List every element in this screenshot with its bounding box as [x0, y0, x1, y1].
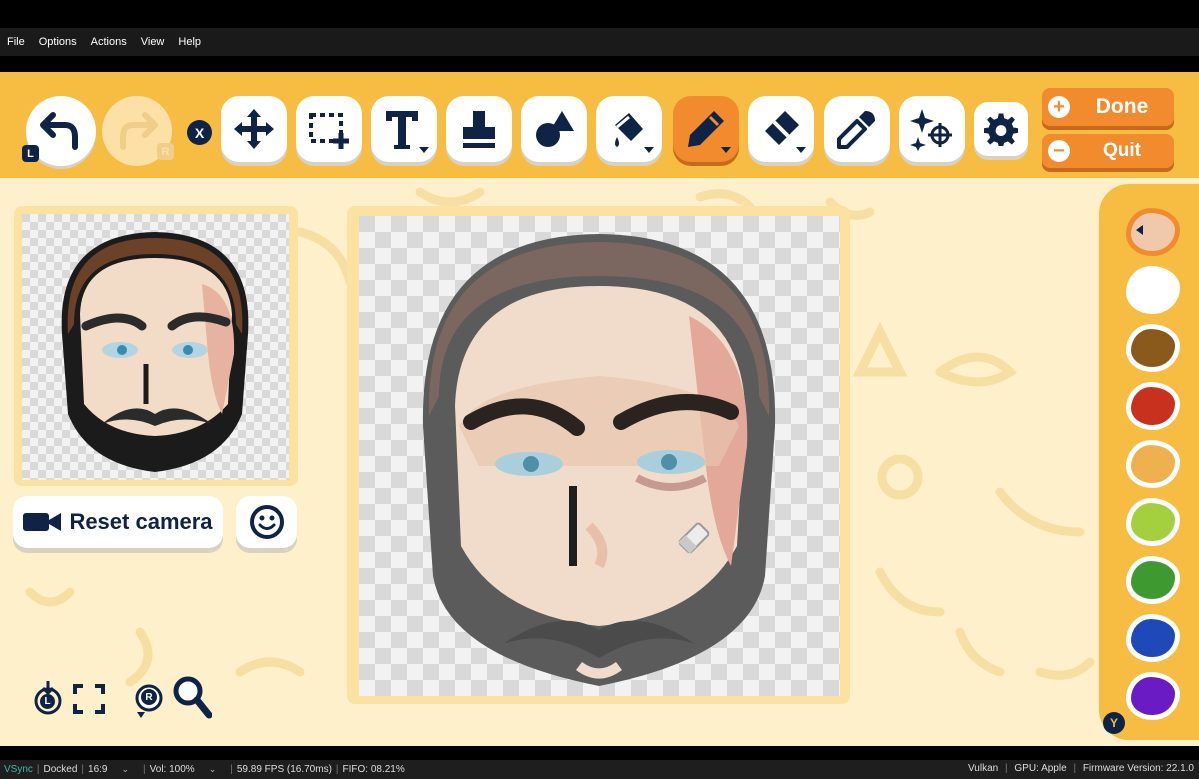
docked-status[interactable]: Docked: [44, 764, 78, 775]
aspect-dropdown-icon[interactable]: ⌄: [122, 764, 130, 775]
select-tool-button[interactable]: [296, 96, 362, 162]
palette-hint: Y: [1103, 712, 1125, 734]
undo-icon: [40, 112, 78, 150]
swatch-0[interactable]: [1126, 208, 1180, 256]
swatch-5[interactable]: [1126, 498, 1180, 546]
plus-icon: +: [1048, 96, 1070, 118]
done-button[interactable]: + Done: [1042, 88, 1174, 126]
preview-face-image: [61, 232, 249, 472]
fill-tool-button[interactable]: [596, 96, 662, 162]
stamp-tool-button[interactable]: [446, 96, 512, 162]
menu-options[interactable]: Options: [32, 36, 84, 48]
canvas-face-image: [422, 234, 776, 686]
fps-status: 59.89 FPS (16.70ms): [236, 764, 332, 775]
undo-hint: L: [22, 145, 39, 162]
shapes-tool-button[interactable]: [521, 96, 587, 162]
status-bar: VSync | Docked | 16:9 ⌄ | Vol: 100% ⌄ | …: [0, 760, 1199, 779]
rect-select-icon: [309, 113, 349, 149]
toolbar: L R X + Done − Quit: [0, 72, 1199, 178]
pencil-tool-button[interactable]: [673, 96, 739, 162]
minus-icon: −: [1048, 140, 1070, 162]
quit-label: Quit: [1103, 140, 1141, 161]
volume-dropdown-icon[interactable]: ⌄: [209, 764, 217, 775]
move-arrows-icon: [234, 109, 274, 149]
firmware-status: Firmware Version: 22.1.0: [1082, 763, 1194, 774]
menu-help[interactable]: Help: [171, 36, 208, 48]
move-tool-button[interactable]: [221, 96, 287, 162]
stamp-icon: [463, 111, 495, 148]
fill-tool-caret: [644, 147, 654, 153]
preview-canvas: [22, 214, 289, 480]
sparkle-target-icon: [910, 109, 952, 151]
effects-tool-button[interactable]: [899, 96, 965, 162]
drawing-canvas[interactable]: [359, 216, 840, 696]
menu-actions[interactable]: Actions: [84, 36, 134, 48]
done-label: Done: [1095, 95, 1149, 118]
menu-gap: [0, 56, 1199, 72]
smiley-icon: [249, 505, 284, 539]
swatch-2[interactable]: [1126, 324, 1180, 372]
text-tool-caret: [419, 147, 429, 153]
swatch-1[interactable]: [1126, 266, 1180, 314]
swatch-8[interactable]: [1126, 672, 1180, 720]
eraser-tool-caret: [796, 147, 806, 153]
bottom-band: [0, 746, 1199, 760]
shapes-icon: [536, 111, 574, 147]
eyedropper-tool-button[interactable]: [824, 96, 890, 162]
color-palette: Y: [1099, 184, 1199, 740]
zoom-button[interactable]: [172, 675, 213, 721]
clear-button[interactable]: X: [187, 120, 212, 145]
undo-button[interactable]: L: [22, 96, 96, 166]
paint-bucket-icon: [615, 113, 643, 147]
backend-status: Vulkan: [968, 763, 999, 774]
gpu-status: GPU: Apple: [1014, 763, 1067, 774]
vsync-status[interactable]: VSync: [4, 764, 33, 775]
swatch-7[interactable]: [1126, 614, 1180, 662]
settings-button[interactable]: [974, 102, 1028, 156]
menu-bar: File Options Actions View Help: [0, 28, 1199, 56]
pencil-icon: [688, 111, 724, 147]
reset-camera-button[interactable]: Reset camera: [13, 496, 223, 548]
volume-status[interactable]: Vol: 100%: [150, 764, 195, 775]
eraser-tool-button[interactable]: [748, 96, 814, 162]
gear-icon: [984, 113, 1018, 146]
quit-button[interactable]: − Quit: [1042, 134, 1174, 168]
text-icon: [386, 111, 418, 149]
eraser-icon: [765, 111, 799, 145]
redo-hint: R: [157, 143, 174, 160]
video-camera-icon: [23, 513, 62, 531]
zoom-stick-control[interactable]: R: [133, 682, 165, 720]
load-control[interactable]: L: [33, 681, 63, 715]
redo-button[interactable]: R: [102, 96, 174, 166]
swatch-6[interactable]: [1126, 556, 1180, 604]
pencil-tool-caret: [721, 147, 731, 153]
aspect-status[interactable]: 16:9: [88, 764, 107, 775]
emote-button[interactable]: [236, 496, 297, 548]
fullscreen-control[interactable]: [73, 684, 105, 714]
swatch-3[interactable]: [1126, 382, 1180, 430]
zoom-stick-hint: R: [141, 689, 157, 705]
fullscreen-icon: [73, 684, 105, 714]
swatch-4[interactable]: [1126, 440, 1180, 488]
menu-file[interactable]: File: [0, 36, 32, 48]
load-hint: L: [40, 694, 55, 709]
magnifier-icon: [173, 676, 213, 719]
fifo-status: FIFO: 08.21%: [342, 764, 405, 775]
window-top-bar: [0, 0, 1199, 28]
text-tool-button[interactable]: [371, 96, 437, 162]
eyedropper-icon: [837, 111, 875, 149]
redo-icon: [120, 112, 158, 150]
system-info: Vulkan | GPU: Apple | Firmware Version: …: [968, 763, 1194, 774]
menu-view[interactable]: View: [134, 36, 172, 48]
reset-camera-label: Reset camera: [69, 509, 213, 534]
selected-marker-icon: [1136, 225, 1143, 235]
game-viewport: L R X + Done − Quit Reset camera L R Y: [0, 72, 1199, 746]
